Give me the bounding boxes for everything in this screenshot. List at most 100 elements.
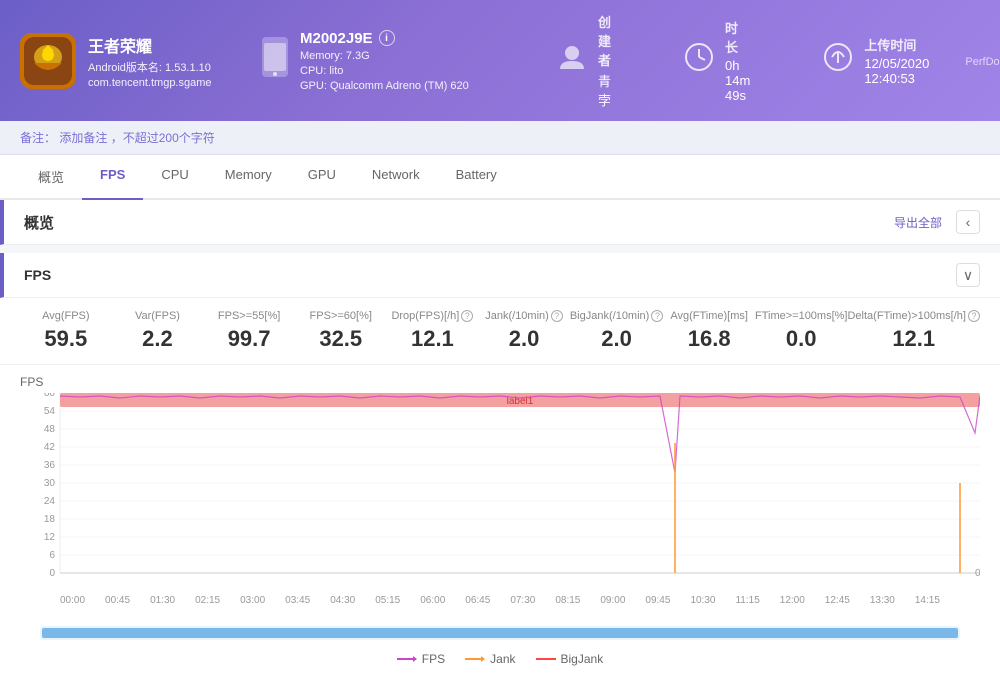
chart-container: FPS: [0, 365, 1000, 626]
stat-ftime-100-value: 0.0: [755, 326, 848, 352]
stat-jank-label: Jank(/10min) ?: [478, 310, 570, 322]
legend-jank-icon: [465, 654, 485, 664]
duration-block: 时长 0h 14m 49s: [667, 18, 766, 103]
tab-network[interactable]: Network: [354, 155, 438, 200]
chart-y-label: FPS: [20, 375, 980, 389]
upload-text: 上传时间 12/05/2020 12:40:53: [864, 35, 929, 86]
tab-memory[interactable]: Memory: [207, 155, 290, 200]
device-cpu: CPU: lito: [300, 65, 500, 77]
jank-help-icon[interactable]: ?: [551, 310, 563, 322]
creator-text: 创建者 青孛: [598, 12, 611, 109]
duration-text: 时长 0h 14m 49s: [725, 18, 750, 103]
tab-cpu[interactable]: CPU: [143, 155, 206, 200]
notes-prefix: 备注：: [20, 131, 56, 145]
app-name: 王者荣耀: [88, 33, 212, 57]
creator-value: 青孛: [598, 71, 611, 109]
tab-gpu[interactable]: GPU: [290, 155, 354, 200]
tab-overview[interactable]: 概览: [20, 155, 82, 200]
stat-avg-ftime-value: 16.8: [663, 326, 755, 352]
bigjank-help-icon[interactable]: ?: [651, 310, 663, 322]
fps-collapse-button[interactable]: ∨: [956, 263, 980, 287]
overview-title: 概览: [24, 212, 54, 233]
overview-collapse-button[interactable]: ‹: [956, 210, 980, 234]
svg-text:24: 24: [44, 496, 56, 507]
stat-avg-fps-label: Avg(FPS): [20, 310, 112, 322]
stat-jank-value: 2.0: [478, 326, 570, 352]
upload-label: 上传时间: [864, 38, 916, 53]
legend-fps-icon: [397, 654, 417, 664]
legend-bigjank-label: BigJank: [561, 652, 604, 666]
device-gpu: GPU: Qualcomm Adreno (TM) 620: [300, 80, 500, 92]
duration-icon: [683, 41, 715, 80]
upload-value: 12/05/2020 12:40:53: [864, 56, 929, 86]
upload-source: ⓘ 数据由PerfDog(3.4.200310)版本收集: [965, 37, 1000, 84]
fps-title: FPS: [24, 267, 51, 283]
svg-text:0: 0: [49, 568, 55, 579]
stat-fps55-label: FPS>=55[%]: [203, 310, 295, 322]
svg-text:6: 6: [49, 550, 55, 561]
source-text: ⓘ 数据由PerfDog(3.4.200310)版本收集: [965, 40, 1000, 84]
svg-text:60: 60: [44, 393, 56, 399]
scrollbar-thumb[interactable]: [42, 628, 958, 638]
stat-fps55-value: 99.7: [203, 326, 295, 352]
svg-text:42: 42: [44, 442, 56, 453]
device-block: M2002J9E i Memory: 7.3G CPU: lito GPU: Q…: [260, 30, 500, 92]
stat-var-fps-value: 2.2: [112, 326, 204, 352]
notes-action[interactable]: 添加备注: [59, 131, 107, 145]
device-info-icon[interactable]: i: [379, 30, 395, 46]
notes-suffix: ，不超过200个字符: [111, 131, 215, 145]
svg-text:18: 18: [44, 514, 56, 525]
fps-stats-row: Avg(FPS) 59.5 Var(FPS) 2.2 FPS>=55[%] 99…: [0, 298, 1000, 365]
header: 王者荣耀 Android版本名: 1.53.1.10 com.tencent.t…: [0, 0, 1000, 121]
upload-block: 上传时间 12/05/2020 12:40:53: [806, 35, 945, 86]
svg-text:36: 36: [44, 460, 56, 471]
device-name-row: M2002J9E i: [300, 30, 500, 47]
svg-text:48: 48: [44, 424, 56, 435]
notes-bar: 备注： 添加备注 ，不超过200个字符: [0, 121, 1000, 155]
stat-jank: Jank(/10min) ? 2.0: [478, 310, 570, 352]
upload-icon: [822, 41, 854, 80]
stat-drop-fps: Drop(FPS)[/h] ? 12.1: [387, 310, 479, 352]
svg-text:12: 12: [44, 532, 56, 543]
stat-var-fps-label: Var(FPS): [112, 310, 204, 322]
chart-scrollbar-wrapper: [0, 626, 1000, 644]
app-icon: [20, 33, 76, 89]
stat-ftime-100-label: FTime>=100ms[%]: [755, 310, 848, 322]
legend-jank-label: Jank: [490, 652, 515, 666]
duration-label: 时长: [725, 21, 738, 55]
chart-scrollbar[interactable]: [40, 626, 960, 640]
legend-jank: Jank: [465, 652, 515, 666]
svg-text:0: 0: [975, 568, 980, 579]
stat-avg-fps-value: 59.5: [20, 326, 112, 352]
export-all-button[interactable]: 导出全部: [894, 214, 942, 231]
tab-battery[interactable]: Battery: [438, 155, 515, 200]
fps-section: FPS ∨ Avg(FPS) 59.5 Var(FPS) 2.2 FPS>=55…: [0, 253, 1000, 674]
legend-bigjank-icon: [536, 654, 556, 664]
stat-fps60: FPS>=60[%] 32.5: [295, 310, 387, 352]
app-package: com.tencent.tmgp.sgame: [88, 77, 212, 89]
delta-ftime-help-icon[interactable]: ?: [968, 310, 980, 322]
stat-fps60-label: FPS>=60[%]: [295, 310, 387, 322]
stat-fps60-value: 32.5: [295, 326, 387, 352]
stat-delta-ftime-label: Delta(FTime)>100ms[/h] ?: [847, 310, 980, 322]
app-text: 王者荣耀 Android版本名: 1.53.1.10 com.tencent.t…: [88, 33, 212, 89]
legend-fps: FPS: [397, 652, 445, 666]
fps-chart-svg: 0 6 12 18 24 30 36 42 48 54 60 0 2: [20, 393, 980, 593]
stat-delta-ftime: Delta(FTime)>100ms[/h] ? 12.1: [847, 310, 980, 352]
app-info: 王者荣耀 Android版本名: 1.53.1.10 com.tencent.t…: [20, 33, 220, 89]
chart-area[interactable]: 0 6 12 18 24 30 36 42 48 54 60 0 2: [20, 393, 980, 593]
drop-fps-help-icon[interactable]: ?: [461, 310, 473, 322]
stat-avg-fps: Avg(FPS) 59.5: [20, 310, 112, 352]
chart-legend: FPS Jank BigJank: [0, 644, 1000, 674]
tab-fps[interactable]: FPS: [82, 155, 143, 200]
main-content: 概览 导出全部 ‹ FPS ∨ Avg(FPS) 59.5 Var(FPS) 2…: [0, 200, 1000, 674]
svg-text:54: 54: [44, 406, 56, 417]
stat-avg-ftime-label: Avg(FTime)[ms]: [663, 310, 755, 322]
device-memory: Memory: 7.3G: [300, 50, 500, 62]
stat-delta-ftime-value: 12.1: [847, 326, 980, 352]
legend-fps-label: FPS: [422, 652, 445, 666]
legend-bigjank: BigJank: [536, 652, 604, 666]
app-android-version: Android版本名: 1.53.1.10: [88, 59, 212, 75]
overview-section-header: 概览 导出全部 ‹: [0, 200, 1000, 245]
svg-text:30: 30: [44, 478, 56, 489]
